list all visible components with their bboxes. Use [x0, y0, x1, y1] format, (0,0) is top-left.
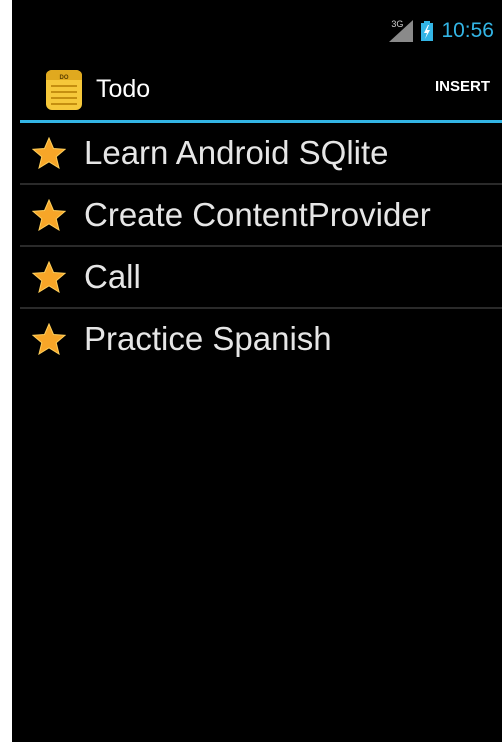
- todo-list: Learn Android SQlite Create ContentProvi…: [20, 123, 502, 369]
- svg-text:DO: DO: [60, 75, 69, 81]
- notepad-icon[interactable]: DO: [46, 70, 82, 110]
- insert-button[interactable]: INSERT: [435, 78, 490, 96]
- action-bar: DO Todo INSERT: [12, 58, 502, 120]
- device-screen: 3G 10:56 DO Todo INSERT Learn Android SQ…: [12, 0, 502, 742]
- todo-item-label: Practice Spanish: [84, 320, 332, 357]
- app-title: Todo: [96, 75, 151, 103]
- todo-item[interactable]: Create ContentProvider: [20, 185, 502, 247]
- star-icon: [32, 323, 66, 355]
- todo-item-label: Create ContentProvider: [84, 196, 431, 233]
- battery-icon: [421, 21, 434, 41]
- status-clock: 10:56: [441, 19, 494, 42]
- signal-icon: [389, 20, 414, 42]
- todo-item[interactable]: Learn Android SQlite: [20, 123, 502, 185]
- todo-item[interactable]: Practice Spanish: [20, 309, 502, 369]
- star-icon: [32, 199, 66, 231]
- star-icon: [32, 137, 66, 169]
- todo-item-label: Call: [84, 258, 141, 295]
- status-bar: 3G 10:56: [12, 0, 502, 58]
- todo-item-label: Learn Android SQlite: [84, 134, 389, 171]
- star-icon: [32, 261, 66, 293]
- todo-item[interactable]: Call: [20, 247, 502, 309]
- status-indicators: 3G 10:56: [389, 14, 494, 48]
